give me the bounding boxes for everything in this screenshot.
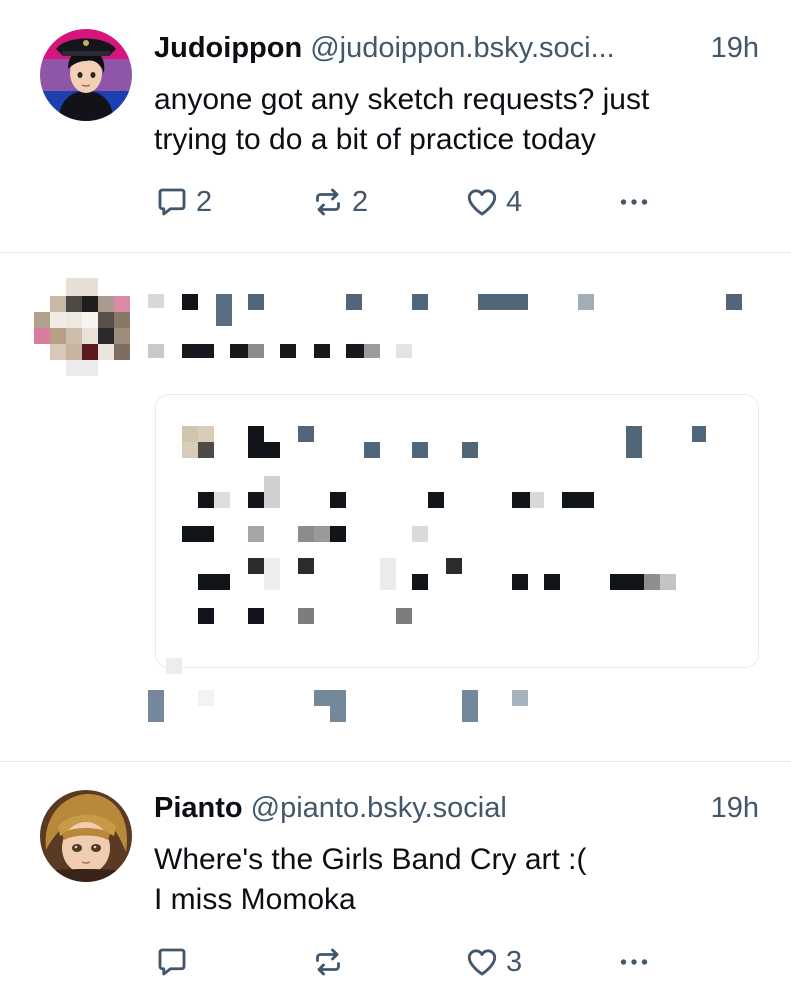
post-judoippon[interactable]: Judoippon @judoippon.bsky.soci... 19h an…: [0, 0, 791, 252]
post-actions: 3: [154, 942, 759, 982]
like-button[interactable]: 3: [464, 942, 522, 982]
anime-character-avatar-icon: [40, 790, 132, 882]
author-handle[interactable]: @judoippon.bsky.soci...: [310, 32, 704, 65]
avatar[interactable]: [40, 29, 132, 121]
post-header: Pianto @pianto.bsky.social 19h: [154, 792, 759, 832]
reply-button[interactable]: 2: [154, 182, 212, 222]
reply-count: 2: [196, 185, 213, 218]
post-text-line: anyone got any sketch requests? just: [154, 83, 650, 116]
like-count: 3: [506, 945, 523, 978]
author-name[interactable]: Pianto: [154, 792, 243, 825]
post-actions: 2 2 4: [154, 182, 759, 222]
anime-character-avatar-icon: [40, 29, 132, 121]
post-text-line: Where's the Girls Band Cry art :(: [154, 843, 587, 876]
more-dots-icon: [620, 959, 648, 965]
author-name[interactable]: Judoippon: [154, 32, 302, 65]
post-text: anyone got any sketch requests? just try…: [154, 80, 759, 160]
post-header: Judoippon @judoippon.bsky.soci... 19h: [154, 32, 759, 72]
reply-button[interactable]: [154, 942, 196, 982]
post-timestamp[interactable]: 19h: [711, 32, 759, 65]
repost-button[interactable]: [310, 942, 352, 982]
repost-button[interactable]: 2: [310, 182, 368, 222]
post-text-line: trying to do a bit of practice today: [154, 123, 596, 156]
like-button[interactable]: 4: [464, 182, 522, 222]
reply-icon: [158, 188, 186, 216]
repost-count: 2: [352, 185, 369, 218]
avatar[interactable]: [40, 790, 132, 882]
post-obscured[interactable]: [0, 252, 791, 762]
like-count: 4: [506, 185, 523, 218]
reply-icon: [158, 948, 186, 976]
post-text-line: I miss Momoka: [154, 883, 356, 916]
author-handle[interactable]: @pianto.bsky.social: [251, 792, 705, 825]
repost-icon: [316, 948, 340, 976]
post-text: Where's the Girls Band Cry art :( I miss…: [154, 840, 759, 920]
post-pianto[interactable]: Pianto @pianto.bsky.social 19h Where's t…: [0, 762, 791, 1000]
more-options-button[interactable]: [616, 182, 652, 222]
more-options-button[interactable]: [616, 942, 652, 982]
heart-icon: [467, 949, 497, 976]
post-timestamp[interactable]: 19h: [711, 792, 759, 825]
repost-icon: [316, 188, 340, 216]
heart-icon: [467, 189, 497, 216]
quoted-post-embed[interactable]: [155, 394, 759, 668]
more-dots-icon: [620, 199, 648, 205]
